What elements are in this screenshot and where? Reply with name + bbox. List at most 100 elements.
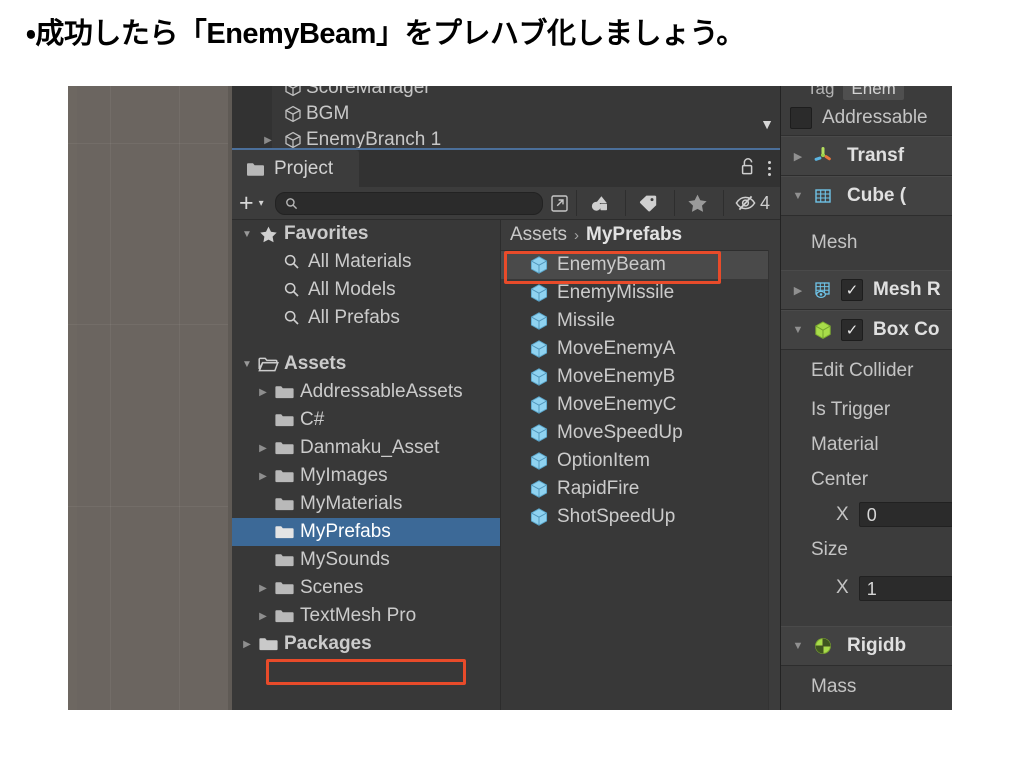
hierarchy-scroll-down-icon[interactable]: ▼ [760, 116, 774, 132]
inspector-tag-row[interactable]: Tag Enem [781, 86, 952, 100]
hidden-assets-button[interactable]: 4 [724, 187, 780, 219]
asset-item-movespeedup[interactable]: MoveSpeedUp [501, 419, 780, 447]
is-trigger-row[interactable]: Is Trigger [781, 392, 952, 427]
folder-icon [256, 636, 280, 652]
center-x-row[interactable]: X 0 [781, 497, 952, 532]
chevron-right-icon[interactable]: ▶ [254, 443, 272, 454]
filter-by-type-button[interactable] [577, 187, 621, 219]
component-header-box-collider[interactable]: ▼ ✓ Box Co [781, 310, 952, 350]
create-asset-button[interactable]: + [239, 190, 254, 216]
tree-item-packages[interactable]: ▶ Packages [232, 630, 500, 658]
search-field[interactable] [274, 191, 543, 215]
asset-item-enemybeam[interactable]: EnemyBeam [501, 251, 780, 279]
project-folder-tree[interactable]: ▼ Favorites All Materials All Models All… [232, 220, 501, 710]
open-in-new-icon[interactable] [546, 190, 572, 216]
size-x-input[interactable]: 1 [858, 575, 952, 601]
box-collider-enabled-checkbox[interactable]: ✓ [841, 319, 863, 341]
center-x-input[interactable]: 0 [858, 502, 952, 527]
asset-item-moveenemya[interactable]: MoveEnemyA [501, 335, 780, 363]
chevron-down-icon[interactable]: ▼ [238, 229, 256, 240]
asset-item-optionitem[interactable]: OptionItem [501, 447, 780, 475]
tree-item-favorites[interactable]: ▼ Favorites [232, 220, 500, 248]
tree-item-assets[interactable]: ▼ Assets [232, 350, 500, 378]
chevron-right-icon[interactable]: ▶ [787, 284, 809, 297]
tag-dropdown[interactable]: Enem [843, 86, 904, 100]
asset-item-shotspeedup[interactable]: ShotSpeedUp [501, 503, 780, 531]
tree-item-myimages[interactable]: ▶ MyImages [232, 462, 500, 490]
folder-icon [272, 384, 296, 400]
chevron-down-icon[interactable]: ▼ [787, 640, 809, 652]
tree-item-all-materials[interactable]: All Materials [232, 248, 500, 276]
folder-icon [272, 496, 296, 512]
hierarchy-row[interactable]: ScoreManager [232, 86, 780, 101]
asset-item-label: MoveSpeedUp [557, 422, 683, 443]
asset-item-enemymissile[interactable]: EnemyMissile [501, 279, 780, 307]
asset-item-label: MoveEnemyC [557, 394, 677, 415]
tree-item-addressableassets[interactable]: ▶ AddressableAssets [232, 378, 500, 406]
scene-view[interactable] [68, 86, 232, 710]
kebab-menu-icon[interactable] [768, 161, 771, 176]
tab-project[interactable]: Project [232, 150, 360, 187]
chevron-down-icon[interactable]: ▼ [787, 190, 809, 202]
tree-item-all-models[interactable]: All Models [232, 276, 500, 304]
mass-label: Mass [811, 676, 857, 697]
chevron-down-icon[interactable]: ▼ [238, 359, 256, 370]
chevron-down-icon[interactable]: ▾ [259, 198, 264, 209]
filter-by-label-button[interactable] [626, 187, 670, 219]
project-asset-list[interactable]: Assets › MyPrefabs EnemyBeam EnemyMissil… [501, 220, 780, 710]
tree-item-myprefabs[interactable]: MyPrefabs [232, 518, 500, 546]
material-row[interactable]: Material [781, 427, 952, 462]
asset-item-label: EnemyBeam [557, 254, 666, 275]
project-window[interactable]: Project + ▾ 4 ▼ Favorites All Materials … [232, 148, 780, 710]
tree-item-mymaterials[interactable]: MyMaterials [232, 490, 500, 518]
lock-open-icon[interactable] [740, 157, 757, 181]
breadcrumb-root[interactable]: Assets [510, 224, 567, 246]
size-x-row[interactable]: X 1 [781, 567, 952, 609]
component-header-mesh-renderer[interactable]: ▶ ✓ Mesh R [781, 270, 952, 310]
hierarchy-row-label: ScoreManager [306, 86, 431, 98]
tree-item-mysounds[interactable]: MySounds [232, 546, 500, 574]
edit-collider-label: Edit Collider [811, 360, 914, 381]
chevron-right-icon[interactable]: ▶ [254, 583, 272, 594]
tree-item-all-prefabs[interactable]: All Prefabs [232, 304, 500, 332]
prefab-icon [526, 283, 552, 303]
tree-item-csharp[interactable]: C# [232, 406, 500, 434]
asset-list-scrollbar[interactable] [768, 250, 780, 710]
asset-item-moveenemyb[interactable]: MoveEnemyB [501, 363, 780, 391]
chevron-right-icon[interactable]: ▶ [787, 150, 809, 163]
tree-item-danmaku-asset[interactable]: ▶ Danmaku_Asset [232, 434, 500, 462]
tree-item-scenes[interactable]: ▶ Scenes [232, 574, 500, 602]
chevron-down-icon[interactable]: ▼ [787, 324, 809, 336]
tree-item-textmesh-pro[interactable]: ▶ TextMesh Pro [232, 602, 500, 630]
search-input[interactable] [303, 194, 542, 212]
mesh-renderer-enabled-checkbox[interactable]: ✓ [841, 279, 863, 301]
search-icon [280, 253, 304, 271]
chevron-right-icon[interactable]: ▶ [260, 135, 276, 146]
favorites-filter-button[interactable] [675, 187, 719, 219]
component-header-transform[interactable]: ▶ Transf [781, 136, 952, 176]
gameobject-icon [280, 86, 306, 99]
search-icon [280, 281, 304, 299]
edit-collider-row[interactable]: Edit Collider [781, 350, 952, 392]
breadcrumb-current: MyPrefabs [586, 224, 683, 245]
addressable-row[interactable]: ✓ Addressable [781, 100, 952, 136]
slide-heading: ・成功したら「EnemyBeam」をプレハブ化しましょう。 [26, 18, 745, 50]
hierarchy-row[interactable]: ▶ EnemyBranch 1 [232, 127, 780, 148]
hierarchy-row[interactable]: BGM [232, 101, 780, 127]
component-header-rigidbody[interactable]: ▼ Rigidb [781, 626, 952, 666]
size-x-axis-label: X [836, 577, 849, 598]
chevron-right-icon[interactable]: ▶ [254, 611, 272, 622]
inspector-panel[interactable]: Tag Enem ✓ Addressable ▶ Transf ▼ [780, 86, 952, 710]
component-header-mesh-filter[interactable]: ▼ Cube ( [781, 176, 952, 216]
chevron-right-icon[interactable]: ▶ [254, 471, 272, 482]
hierarchy-panel[interactable]: ScoreManager BGM ▶ EnemyBranch 1 ▼ [232, 86, 781, 148]
chevron-right-icon[interactable]: ▶ [238, 639, 256, 650]
addressable-checkbox[interactable]: ✓ [790, 106, 812, 129]
asset-item-moveenemyc[interactable]: MoveEnemyC [501, 391, 780, 419]
mass-row[interactable]: Mass [781, 666, 952, 708]
mesh-property-row[interactable]: Mesh [781, 216, 952, 270]
asset-item-missile[interactable]: Missile [501, 307, 780, 335]
asset-item-rapidfire[interactable]: RapidFire [501, 475, 780, 503]
chevron-right-icon[interactable]: ▶ [254, 387, 272, 398]
